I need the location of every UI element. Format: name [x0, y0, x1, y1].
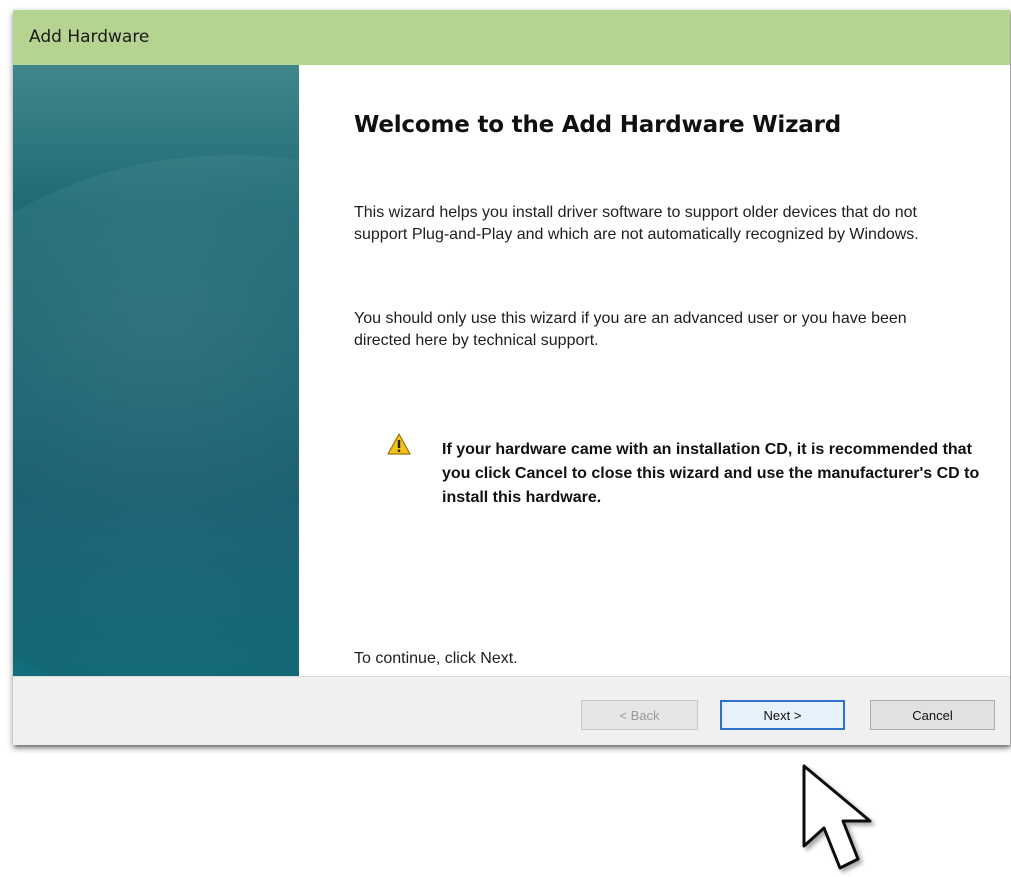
add-hardware-dialog: Add Hardware Welcome to the Add Hardware… — [13, 10, 1010, 745]
cancel-button[interactable]: Cancel — [870, 700, 995, 730]
button-bar: < Back Next > Cancel — [13, 676, 1010, 745]
warning-text: If your hardware came with an installati… — [442, 441, 980, 506]
warning-icon — [387, 433, 411, 455]
title-bar[interactable]: Add Hardware — [13, 10, 1010, 65]
wizard-heading: Welcome to the Add Hardware Wizard — [354, 112, 842, 138]
continue-instruction: To continue, click Next. — [354, 650, 518, 667]
wizard-side-banner — [13, 65, 299, 676]
next-button[interactable]: Next > — [720, 700, 845, 730]
mouse-pointer-icon — [802, 764, 872, 870]
intro-paragraph: This wizard helps you install driver sof… — [354, 204, 919, 243]
back-button[interactable]: < Back — [581, 700, 698, 730]
advice-paragraph: You should only use this wizard if you a… — [354, 310, 907, 349]
window-title: Add Hardware — [29, 27, 150, 47]
banner-arc-decoration — [13, 155, 299, 676]
